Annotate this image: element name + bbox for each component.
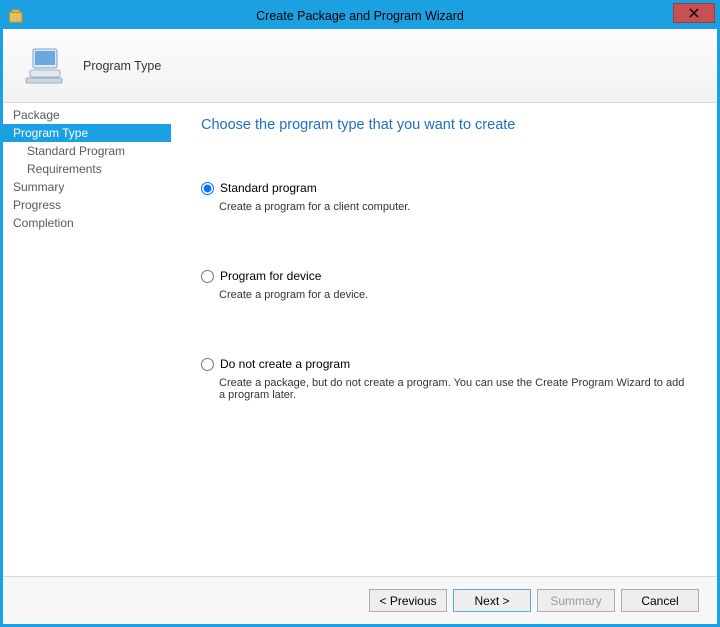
option-label: Program for device: [220, 269, 321, 283]
sidebar-item-label: Program Type: [13, 126, 88, 140]
previous-button[interactable]: < Previous: [369, 589, 447, 612]
content-heading: Choose the program type that you want to…: [201, 117, 687, 133]
option-row-standard[interactable]: Standard program: [201, 181, 687, 195]
computer-icon: [23, 45, 65, 87]
sidebar-item-completion[interactable]: Completion: [3, 214, 171, 232]
sidebar-item-label: Summary: [13, 180, 64, 194]
wizard-footer: < Previous Next > Summary Cancel: [3, 576, 717, 624]
option-row-device[interactable]: Program for device: [201, 269, 687, 283]
sidebar-item-program-type[interactable]: Program Type: [3, 124, 171, 142]
radio-standard[interactable]: [201, 182, 214, 195]
summary-button[interactable]: Summary: [537, 589, 615, 612]
page-title: Program Type: [83, 59, 161, 73]
sidebar-item-label: Completion: [13, 216, 74, 230]
close-icon: [689, 8, 699, 18]
option-label: Standard program: [220, 181, 317, 195]
sidebar-item-label: Standard Program: [27, 144, 125, 158]
option-label: Do not create a program: [220, 357, 350, 371]
option-description: Create a package, but do not create a pr…: [201, 377, 687, 401]
sidebar-item-package[interactable]: Package: [3, 106, 171, 124]
option-none: Do not create a program Create a package,…: [201, 357, 687, 401]
radio-none[interactable]: [201, 358, 214, 371]
radio-device[interactable]: [201, 270, 214, 283]
option-row-none[interactable]: Do not create a program: [201, 357, 687, 371]
option-standard: Standard program Create a program for a c…: [201, 181, 687, 213]
sidebar-item-label: Progress: [13, 198, 61, 212]
sidebar-item-summary[interactable]: Summary: [3, 178, 171, 196]
close-button[interactable]: [673, 3, 715, 23]
app-icon: [7, 6, 27, 26]
sidebar-item-standard-program[interactable]: Standard Program: [3, 142, 171, 160]
wizard-body: Package Program Type Standard Program Requi…: [3, 103, 717, 576]
titlebar: Create Package and Program Wizard: [3, 3, 717, 29]
sidebar-item-label: Package: [13, 108, 60, 122]
wizard-header: Program Type: [3, 29, 717, 103]
options-group: Standard program Create a program for a c…: [201, 181, 687, 566]
cancel-button[interactable]: Cancel: [621, 589, 699, 612]
content-panel: Choose the program type that you want to…: [171, 103, 717, 576]
sidebar-item-label: Requirements: [27, 162, 102, 176]
wizard-window: Create Package and Program Wizard Progra…: [2, 2, 718, 625]
option-description: Create a program for a device.: [201, 289, 687, 301]
sidebar-item-requirements[interactable]: Requirements: [3, 160, 171, 178]
next-button[interactable]: Next >: [453, 589, 531, 612]
option-description: Create a program for a client computer.: [201, 201, 687, 213]
sidebar-item-progress[interactable]: Progress: [3, 196, 171, 214]
option-device: Program for device Create a program for a…: [201, 269, 687, 301]
window-title: Create Package and Program Wizard: [3, 9, 717, 23]
wizard-steps-sidebar: Package Program Type Standard Program Requi…: [3, 103, 171, 576]
